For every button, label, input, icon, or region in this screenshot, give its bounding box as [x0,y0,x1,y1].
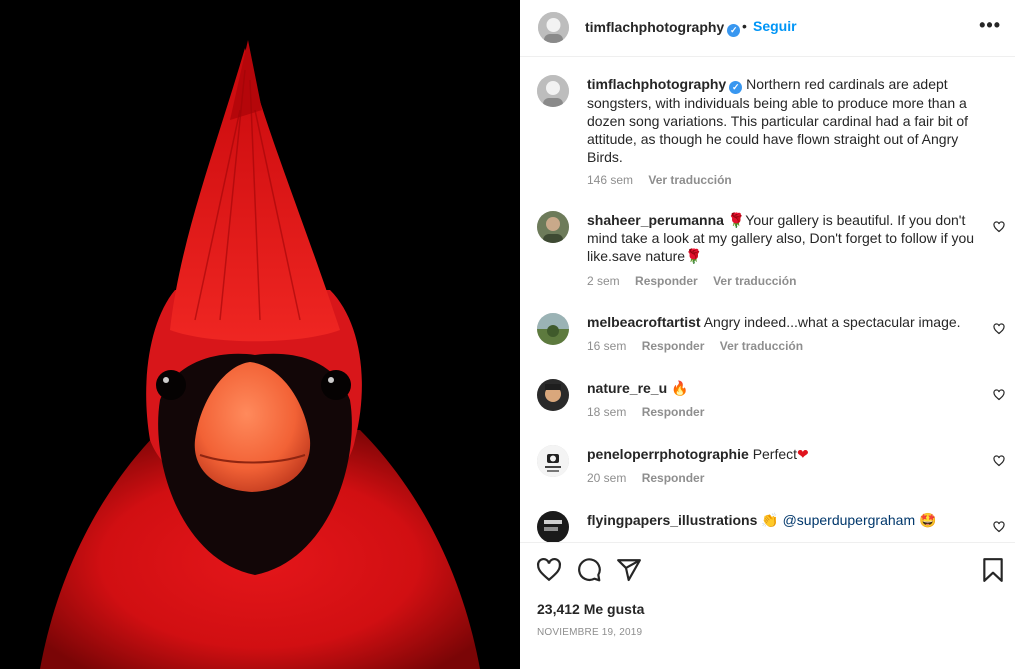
translate-link[interactable]: Ver traducción [713,274,796,288]
caption-meta: 146 sem Ver traducción [587,173,744,187]
reply-link[interactable]: Responder [642,471,705,485]
commenter-avatar[interactable] [537,313,569,345]
commenter-avatar[interactable] [537,211,569,243]
comment-username[interactable]: shaheer_perumanna [587,212,724,228]
follow-button[interactable]: Seguir [753,18,797,34]
comment-time: 16 sem [587,339,627,353]
comments-list[interactable]: timflachphotography ✓ Northern red cardin… [520,58,1015,542]
caption-time: 146 sem [587,173,634,187]
comment-time: 18 sem [587,405,627,419]
comment-meta: 16 sem Responder Ver traducción [587,339,815,353]
comment-icon[interactable] [576,557,602,583]
more-icon[interactable]: ••• [979,15,1001,36]
comment-meta: 20 sem Responder [587,471,716,485]
rose-emoji: 🌹 [685,248,703,264]
verified-badge-icon: ✓ [727,24,741,37]
separator-dot: • [742,18,747,34]
commenter-avatar[interactable] [537,511,569,542]
commenter-avatar[interactable] [537,445,569,477]
likes-count[interactable]: 23,412 Me gusta [537,601,644,617]
comment-meta: 2 sem Responder Ver traducción [587,274,808,288]
author-avatar[interactable] [538,12,569,43]
post-header: timflachphotography ✓ • Seguir ••• [520,0,1015,57]
comment-username[interactable]: nature_re_u [587,380,667,396]
share-icon[interactable] [616,557,642,583]
comment-row: nature_re_u 🔥 18 sem Responder [520,379,1015,429]
star-eyes-emoji: 🤩 [919,512,937,528]
bookmark-icon[interactable] [980,557,1006,583]
comment-text-block: flyingpapers_illustrations 👏 @superduper… [587,511,977,529]
post-photo[interactable] [0,0,520,669]
comment-row: flyingpapers_illustrations 👏 @superduper… [520,511,1015,542]
reply-link[interactable]: Responder [642,405,705,419]
heart-icon[interactable] [536,557,562,583]
verified-badge-icon: ✓ [729,81,743,94]
caption-text-block: timflachphotography ✓ Northern red cardin… [587,75,977,166]
comment-row: melbeacroftartist Angry indeed...what a … [520,313,1015,363]
reply-link[interactable]: Responder [642,339,705,353]
post-side-panel: timflachphotography ✓ • Seguir ••• timfla… [520,0,1015,669]
author-username[interactable]: timflachphotography ✓ [585,19,741,37]
comment-row: shaheer_perumanna 🌹Your gallery is beaut… [520,211,1015,291]
like-comment-heart-icon[interactable] [993,221,1005,233]
fire-emoji: 🔥 [671,380,689,396]
comment-text-block: nature_re_u 🔥 [587,379,977,397]
caption-username[interactable]: timflachphotography [587,76,726,92]
reply-link[interactable]: Responder [635,274,698,288]
caption-row: timflachphotography ✓ Northern red cardin… [520,75,1015,195]
clap-emoji: 👏 [761,512,779,528]
post-date[interactable]: NOVIEMBRE 19, 2019 [537,627,642,638]
comment-meta: 18 sem Responder [587,405,716,419]
author-username-text[interactable]: timflachphotography [585,19,724,35]
commenter-avatar[interactable] [537,379,569,411]
caption-author-avatar[interactable] [537,75,569,107]
comment-time: 2 sem [587,274,620,288]
translate-link[interactable]: Ver traducción [720,339,803,353]
rose-emoji: 🌹 [727,212,746,228]
comment-time: 20 sem [587,471,627,485]
comment-mention[interactable]: @superdupergraham [783,512,916,528]
like-comment-heart-icon[interactable] [993,389,1005,401]
comment-username[interactable]: melbeacroftartist [587,314,701,330]
like-comment-heart-icon[interactable] [993,455,1005,467]
comment-text-block: melbeacroftartist Angry indeed...what a … [587,313,977,331]
like-comment-heart-icon[interactable] [993,323,1005,335]
instagram-post: timflachphotography ✓ • Seguir ••• timfla… [0,0,1015,669]
comment-row: peneloperrphotographie Perfect❤ 20 sem R… [520,445,1015,495]
heart-emoji: ❤ [797,446,809,462]
post-actions: 23,412 Me gusta NOVIEMBRE 19, 2019 [520,542,1015,669]
comment-text: Perfect [752,446,798,462]
comment-text-block: peneloperrphotographie Perfect❤ [587,445,977,463]
comment-username[interactable]: flyingpapers_illustrations [587,512,757,528]
comment-username[interactable]: peneloperrphotographie [587,446,749,462]
comment-text-block: shaheer_perumanna 🌹Your gallery is beaut… [587,211,977,265]
like-comment-heart-icon[interactable] [993,521,1005,533]
cardinal-photo [0,0,520,669]
comment-text: Angry indeed...what a spectacular image. [703,314,961,330]
caption-translate-link[interactable]: Ver traducción [648,173,731,187]
